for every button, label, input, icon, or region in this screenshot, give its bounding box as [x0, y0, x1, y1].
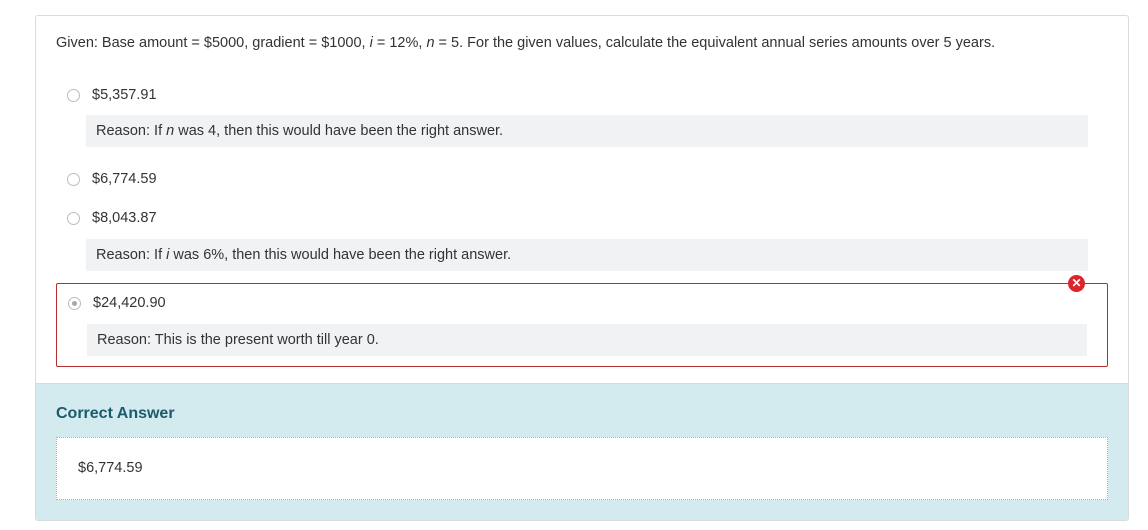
option-4-radio[interactable] [68, 297, 81, 310]
option-1-reason-prefix: Reason: If [96, 123, 167, 139]
option-4-reason-text: Reason: This is the present worth till y… [97, 332, 379, 348]
question-text: Given: Base amount = $5000, gradient = $… [56, 34, 1116, 52]
question-var-n: n [426, 35, 435, 51]
option-1-reason: Reason: If n was 4, then this would have… [86, 115, 1088, 147]
option-1-reason-var: n [166, 123, 175, 139]
question-text-prefix: Given: Base amount = $5000, gradient = $… [56, 35, 370, 51]
question-text-mid: = 12%, [372, 35, 427, 51]
option-3-reason-prefix: Reason: If [96, 247, 167, 263]
option-3-radio[interactable] [67, 212, 80, 225]
option-2-label[interactable]: $6,774.59 [92, 170, 157, 188]
correct-answer-value: $6,774.59 [78, 460, 143, 476]
option-4-reason: Reason: This is the present worth till y… [87, 324, 1087, 356]
option-1-reason-suffix: was 4, then this would have been the rig… [174, 123, 504, 139]
correct-answer-title: Correct Answer [56, 405, 175, 422]
option-3-label[interactable]: $8,043.87 [92, 209, 157, 227]
question-card: Given: Base amount = $5000, gradient = $… [35, 15, 1129, 521]
option-1-label[interactable]: $5,357.91 [92, 86, 157, 104]
correct-answer-section: Correct Answer $6,774.59 [36, 383, 1128, 520]
option-3-reason: Reason: If i was 6%, then this would hav… [86, 239, 1088, 271]
option-1-radio[interactable] [67, 89, 80, 102]
option-3-reason-suffix: was 6%, then this would have been the ri… [169, 247, 512, 263]
option-4-label[interactable]: $24,420.90 [93, 294, 166, 312]
correct-answer-box: $6,774.59 [56, 437, 1108, 500]
option-2-radio[interactable] [67, 173, 80, 186]
x-circle-icon: ✕ [1068, 275, 1085, 292]
question-text-suffix: = 5. For the given values, calculate the… [434, 35, 996, 51]
